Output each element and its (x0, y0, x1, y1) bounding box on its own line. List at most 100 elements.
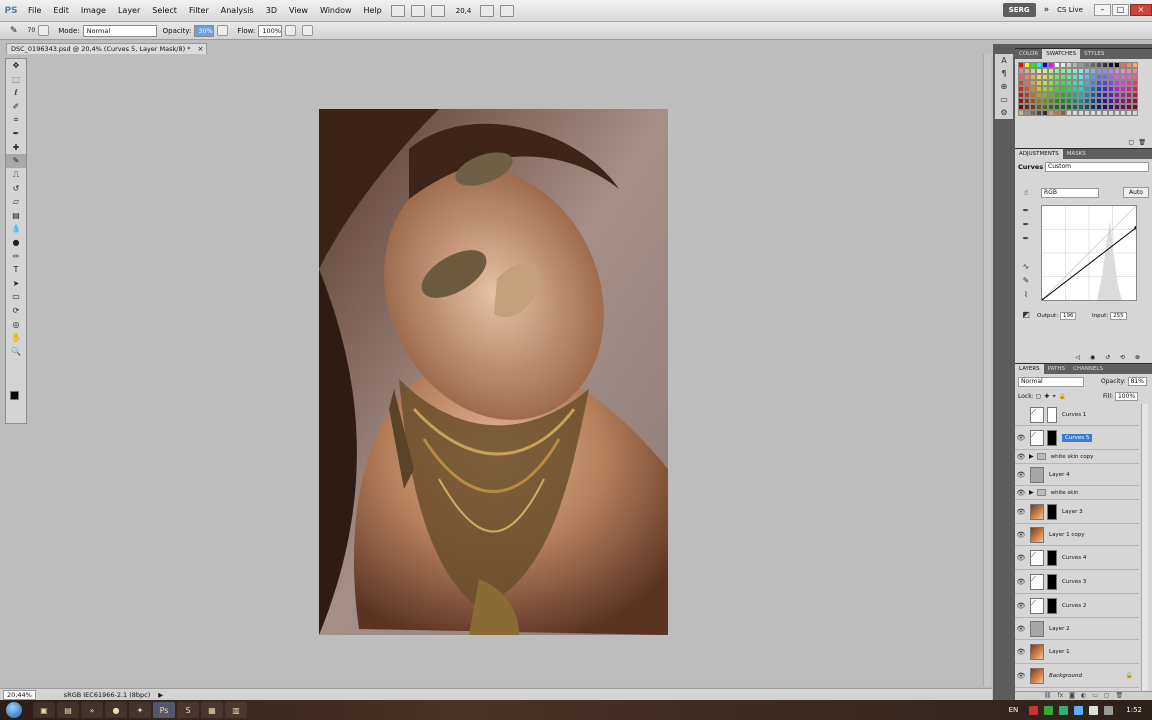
flow-input[interactable]: 100% (258, 24, 283, 37)
smooth-curve-icon[interactable]: ⌇ (1020, 289, 1032, 300)
foreground-color-swatch[interactable] (10, 391, 19, 400)
menu-analysis[interactable]: Analysis (215, 6, 260, 15)
layer-name[interactable]: white skin (1051, 490, 1079, 496)
brush-tool-icon[interactable]: ✎ (6, 154, 26, 168)
expand-group-icon[interactable]: ▶ (1029, 453, 1034, 460)
on-image-adjust-icon[interactable]: ☝ (1020, 187, 1032, 198)
brush-size[interactable]: 70 (28, 27, 36, 34)
taskbar-app-icon[interactable]: ✦ (129, 702, 151, 718)
visibility-eye-icon[interactable]: 👁 (1015, 434, 1027, 442)
taskbar-app-icon[interactable]: S (177, 702, 199, 718)
menu-edit[interactable]: Edit (47, 6, 75, 15)
gray-point-eyedropper-icon[interactable]: ✒ (1020, 219, 1032, 230)
menu-layer[interactable]: Layer (112, 6, 146, 15)
menu-select[interactable]: Select (146, 6, 183, 15)
path-select-tool-icon[interactable]: ➤ (6, 277, 26, 291)
tray-icon[interactable] (1059, 705, 1069, 715)
channel-select[interactable]: RGB (1041, 188, 1099, 198)
actions-panel-icon[interactable]: ▭ (995, 93, 1013, 106)
curves-adjustment-icon[interactable]: ⟋ (1030, 406, 1044, 423)
layer-row[interactable]: 👁 ⟋ Curves 4 (1015, 546, 1139, 570)
cs-live-button[interactable]: CS Live (1057, 6, 1083, 14)
tab-masks[interactable]: MASKS (1063, 149, 1090, 159)
curves-adjustment-icon[interactable]: ⟋ (1030, 573, 1044, 590)
layer-row[interactable]: 👁 Layer 4 (1015, 464, 1139, 486)
curve-point[interactable] (1134, 226, 1138, 230)
menu-window[interactable]: Window (314, 6, 358, 15)
layers-scrollbar[interactable] (1141, 404, 1148, 695)
3d-orbit-tool-icon[interactable]: ◎ (6, 317, 26, 331)
tray-icon[interactable] (1044, 705, 1054, 715)
taskbar-app-icon[interactable]: ▤ (57, 702, 79, 718)
canvas-vertical-scrollbar[interactable] (983, 54, 991, 686)
menu-image[interactable]: Image (75, 6, 112, 15)
layer-thumbnail[interactable] (1030, 643, 1044, 660)
layer-thumbnail[interactable] (1030, 620, 1044, 637)
new-group-icon[interactable]: ▭ (1092, 692, 1098, 700)
adjustments-footer-icons[interactable]: ◁ ◉ ↺ ⟲ ⊗ (1015, 354, 1152, 361)
fill-input[interactable]: 100% (1114, 392, 1139, 401)
character-panel-icon[interactable]: A (995, 54, 1013, 67)
layer-opacity-input[interactable]: 81% (1127, 377, 1147, 386)
move-tool-icon[interactable]: ✥ (6, 59, 26, 73)
tab-adjustments[interactable]: ADJUSTMENTS (1015, 149, 1063, 159)
launch-minibridge-icon[interactable] (410, 4, 425, 17)
clone-source-icon[interactable]: ⊕ (995, 80, 1013, 93)
screen-mode-icon[interactable] (500, 4, 515, 17)
visibility-eye-icon[interactable]: 👁 (1015, 625, 1027, 633)
crop-tool-icon[interactable]: ⌗ (6, 113, 26, 127)
taskbar-app-icon[interactable]: » (81, 702, 103, 718)
taskbar-app-icon[interactable]: ▣ (33, 702, 55, 718)
layer-name[interactable]: Background (1049, 673, 1082, 679)
eyedropper-tool-icon[interactable]: ✒ (6, 127, 26, 141)
blur-tool-icon[interactable]: 💧 (6, 222, 26, 236)
layer-mask-thumbnail[interactable] (1047, 573, 1057, 590)
layer-style-icon[interactable]: fx (1057, 692, 1063, 700)
add-mask-icon[interactable]: ◙ (1069, 692, 1075, 700)
tablet-opacity-icon[interactable] (217, 25, 229, 36)
menu-3d[interactable]: 3D (260, 6, 283, 15)
layer-row[interactable]: 👁 ⟋ Curves 3 (1015, 570, 1139, 594)
layer-thumbnail[interactable] (1030, 503, 1044, 520)
clone-stamp-tool-icon[interactable]: ⎍ (6, 168, 26, 182)
start-button[interactable] (6, 702, 22, 718)
gradient-tool-icon[interactable]: ▤ (6, 209, 26, 223)
layer-name[interactable]: Layer 4 (1049, 472, 1070, 478)
menu-filter[interactable]: Filter (183, 6, 215, 15)
expand-group-icon[interactable]: ▶ (1029, 489, 1034, 496)
layer-name[interactable]: Curves 3 (1062, 579, 1086, 585)
curves-adjustment-icon[interactable]: ⟋ (1030, 597, 1044, 614)
language-indicator[interactable]: EN (1009, 706, 1019, 714)
clock[interactable]: 1:52 (1126, 706, 1142, 714)
close-window-button[interactable]: × (1130, 4, 1152, 16)
output-value[interactable]: 196 (1059, 312, 1077, 320)
black-point-eyedropper-icon[interactable]: ✒ (1020, 205, 1032, 216)
3d-rotate-tool-icon[interactable]: ⟳ (6, 304, 26, 318)
zoom-level[interactable]: 20,4 (456, 7, 472, 15)
taskbar-photoshop-icon[interactable]: Ps (153, 702, 175, 718)
mode-select[interactable]: Normal (82, 24, 157, 37)
type-tool-icon[interactable]: T (6, 263, 26, 277)
visibility-eye-icon[interactable]: 👁 (1015, 453, 1027, 461)
history-brush-tool-icon[interactable]: ↺ (6, 181, 26, 195)
maximize-button[interactable]: □ (1112, 4, 1129, 16)
layer-name[interactable]: Curves 5 (1062, 433, 1093, 442)
delete-layer-icon[interactable]: 🗑 (1116, 692, 1124, 700)
layer-name[interactable]: Curves 2 (1062, 603, 1086, 609)
layer-row[interactable]: 👁 ▶ white skin copy (1015, 450, 1139, 464)
tray-icon[interactable] (1074, 705, 1084, 715)
tab-styles[interactable]: STYLES (1080, 49, 1108, 59)
tray-icon[interactable] (1089, 705, 1099, 715)
curves-graph[interactable] (1040, 205, 1138, 302)
dodge-tool-icon[interactable]: ● (6, 236, 26, 250)
hand-tool-icon[interactable]: ✋ (6, 331, 26, 345)
delete-swatch-icon[interactable]: 🗑 (1138, 139, 1146, 146)
layer-name[interactable]: Layer 3 (1062, 509, 1083, 515)
status-menu-arrow-icon[interactable]: ▶ (158, 691, 163, 699)
lock-icons[interactable]: ▢✚⌖🔒 (1036, 393, 1070, 400)
layer-row[interactable]: 👁 Background 🔒 (1015, 664, 1139, 688)
minimize-button[interactable]: – (1094, 4, 1111, 16)
taskbar-app-icon[interactable]: ● (105, 702, 127, 718)
brush-panel-icon[interactable] (38, 25, 50, 36)
layer-mask-thumbnail[interactable] (1047, 503, 1057, 520)
